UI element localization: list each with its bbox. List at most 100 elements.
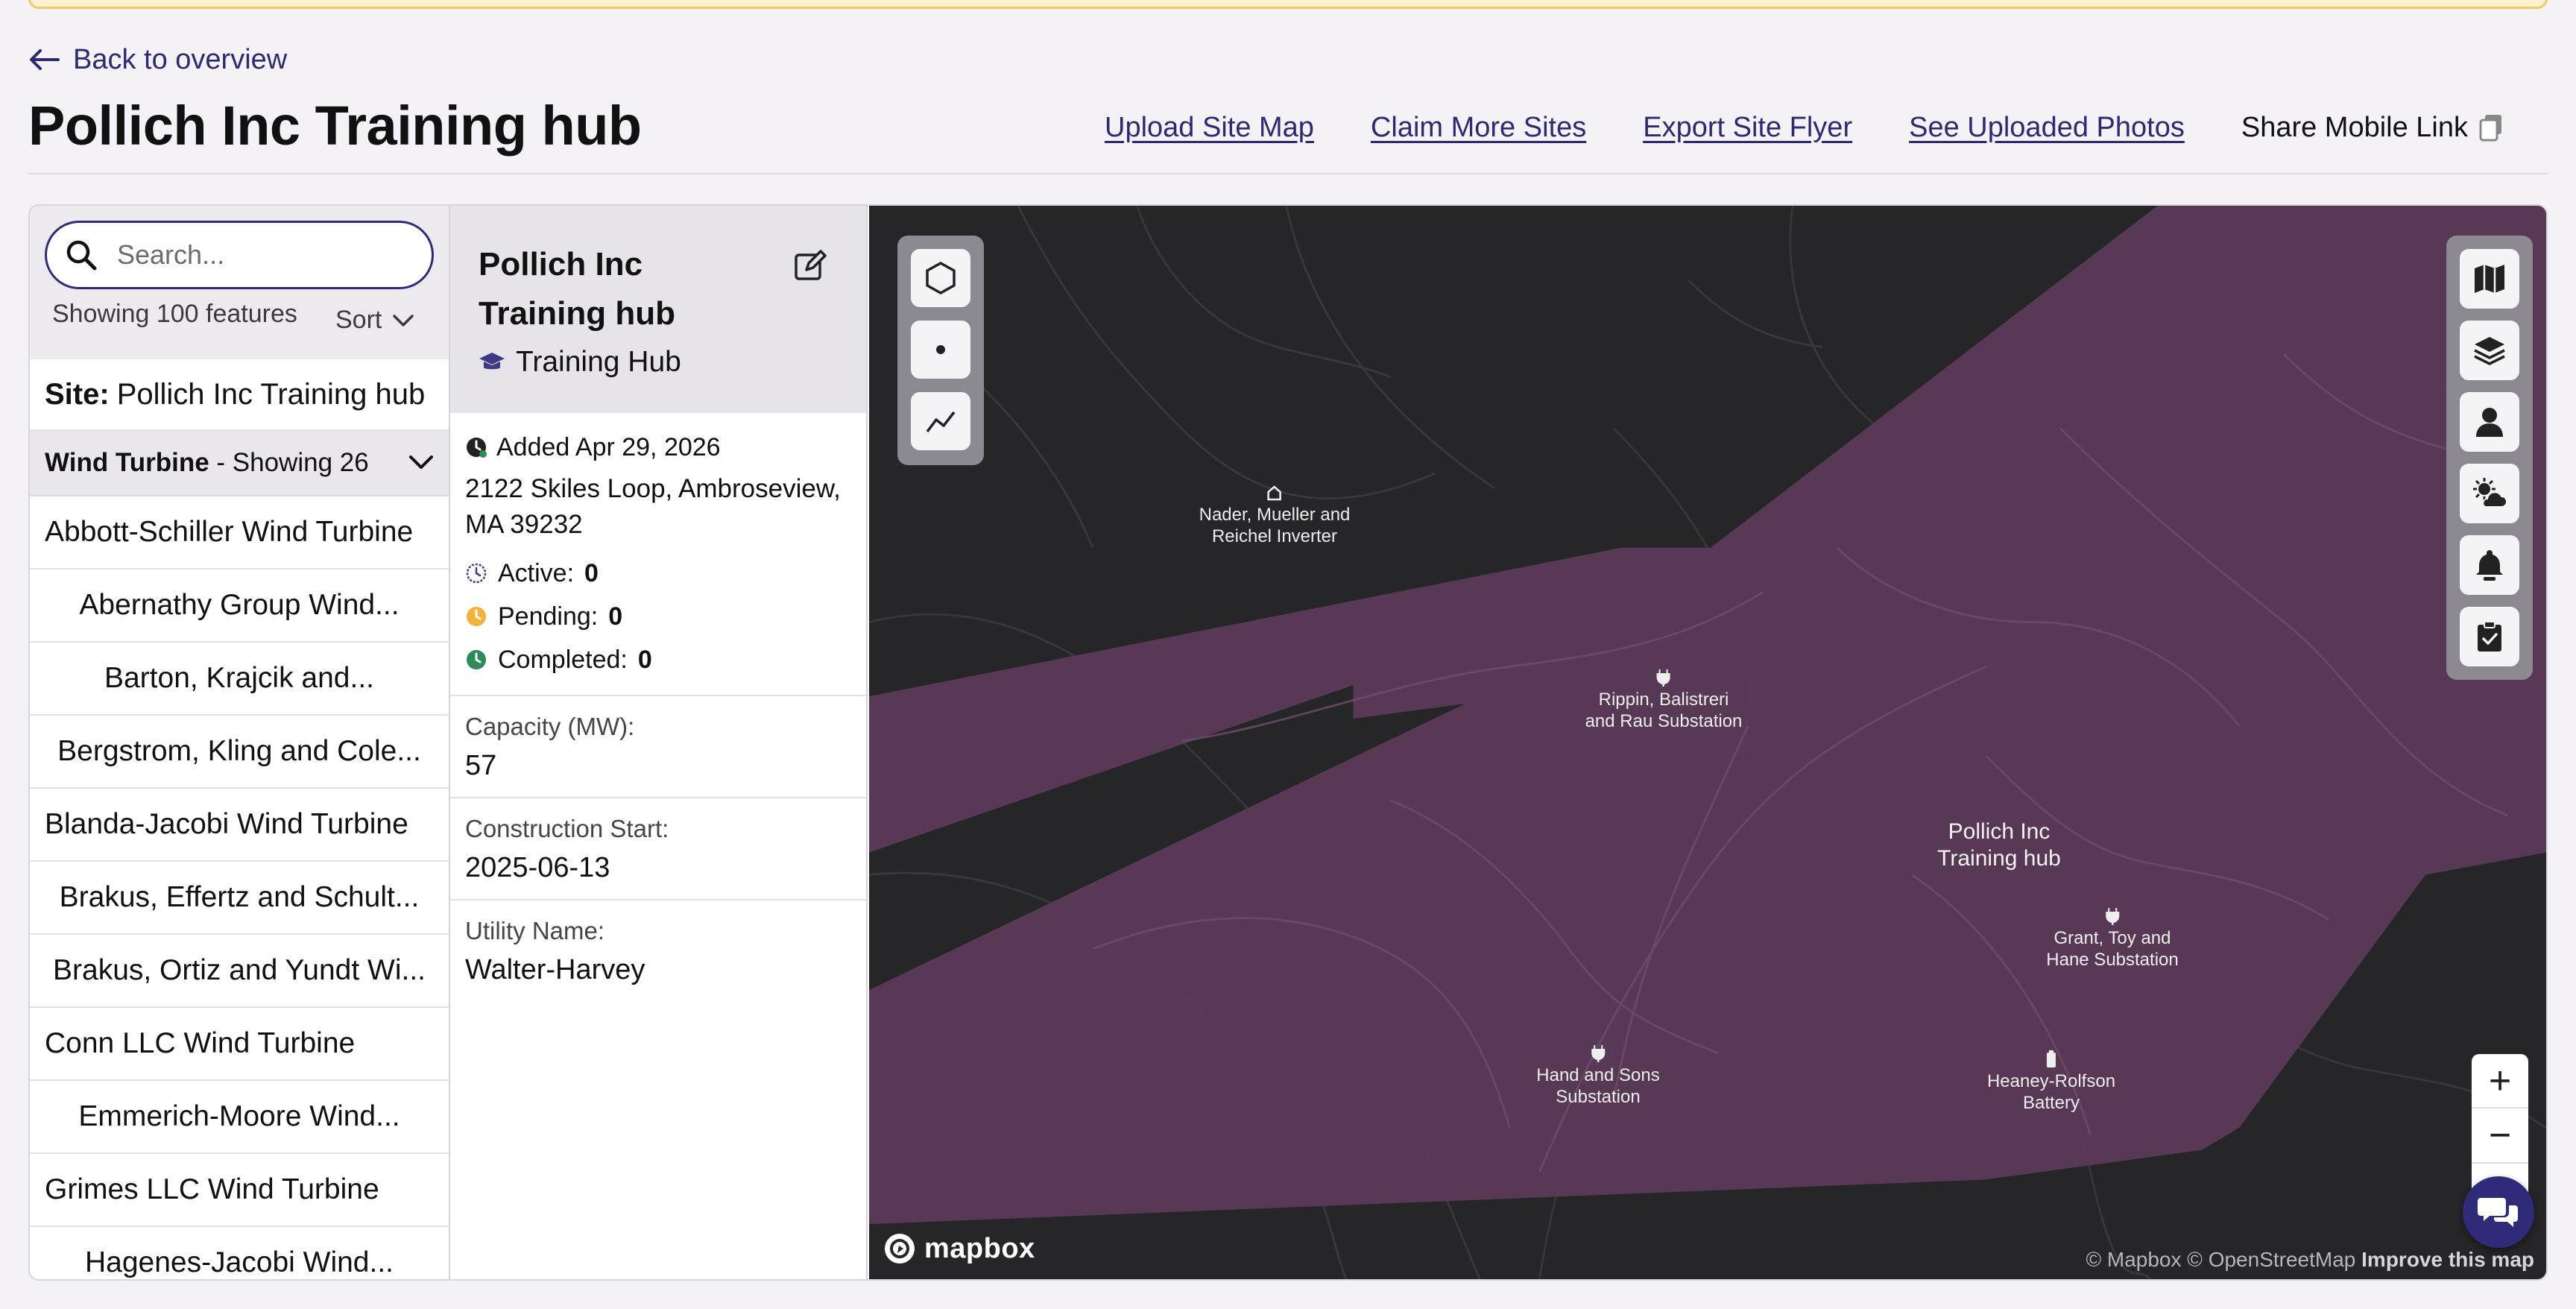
sort-dropdown[interactable]: Sort xyxy=(335,306,414,335)
back-link[interactable]: Back to overview xyxy=(28,42,287,78)
added-date-label: Added Apr 29, 2026 xyxy=(496,432,721,461)
search-input[interactable] xyxy=(117,239,400,271)
map-label-grant-substation[interactable]: Grant, Toy and Hane Substation xyxy=(2046,906,2179,971)
map-canvas[interactable] xyxy=(869,206,2546,1279)
graduation-cap-icon xyxy=(479,353,505,370)
zoom-out-button[interactable]: − xyxy=(2472,1108,2528,1164)
list-item[interactable]: Brakus, Ortiz and Yundt Wi... xyxy=(30,935,449,1008)
arrow-left-icon xyxy=(30,49,60,70)
stat-pending-label: Pending: xyxy=(498,602,599,631)
mapbox-logo-text: mapbox xyxy=(924,1232,1035,1264)
bell-icon xyxy=(2476,550,2503,581)
layers-button[interactable] xyxy=(2460,321,2519,380)
export-site-flyer-link[interactable]: Export Site Flyer xyxy=(1643,112,1852,144)
copy-icon xyxy=(2479,115,2502,142)
list-item[interactable]: Conn LLC Wind Turbine xyxy=(30,1008,449,1081)
site-panel: Showing 100 features Sort Site: Pollich … xyxy=(28,204,2548,1281)
map-label-heaney-line1: Heaney-Rolfson xyxy=(1986,1071,2116,1091)
stat-pending-value: 0 xyxy=(608,602,623,631)
alerts-layer-button[interactable] xyxy=(2460,535,2519,595)
clipboard-check-icon xyxy=(2478,621,2501,652)
search-icon xyxy=(66,240,97,271)
chat-icon xyxy=(2478,1198,2518,1227)
site-type-label: Training Hub xyxy=(516,346,681,378)
plug-icon xyxy=(1591,1045,1605,1062)
list-item[interactable]: Abbott-Schiller Wind Turbine xyxy=(30,496,449,570)
stat-pending: Pending: 0 xyxy=(465,595,851,638)
construction-section: Construction Start: 2025-06-13 xyxy=(450,797,866,899)
map-label-hand-line1: Hand and Sons xyxy=(1536,1065,1660,1085)
point-icon xyxy=(936,345,945,354)
draw-point-button[interactable] xyxy=(911,321,970,379)
list-item[interactable]: Abernathy Group Wind... xyxy=(30,570,449,643)
stat-active-value: 0 xyxy=(584,558,599,587)
site-name: Pollich Inc Training hub xyxy=(116,377,426,411)
stat-completed: Completed: 0 xyxy=(465,638,851,681)
list-item[interactable]: Emmerich-Moore Wind... xyxy=(30,1081,449,1154)
stat-active: Active: 0 xyxy=(465,552,851,595)
utility-label: Utility Name: xyxy=(465,917,605,944)
zoom-in-button[interactable]: + xyxy=(2472,1054,2528,1109)
chat-button[interactable] xyxy=(2463,1176,2534,1248)
site-address: 2122 Skiles Loop, Ambroseview, MA 39232 xyxy=(465,474,841,539)
map-label-nader-line1: Nader, Mueller and xyxy=(1199,505,1351,525)
added-date: Added Apr 29, 2026 xyxy=(465,431,851,464)
map-label-training-hub[interactable]: Pollich Inc Training hub xyxy=(1937,818,2061,872)
claim-more-sites-link[interactable]: Claim More Sites xyxy=(1371,112,1586,144)
attribution-text[interactable]: © Mapbox © OpenStreetMap xyxy=(2086,1248,2355,1271)
map-label-hand-substation[interactable]: Hand and Sons Substation xyxy=(1536,1044,1660,1108)
map-label-hand-line2: Substation xyxy=(1556,1087,1641,1107)
site-detail-panel: Pollich Inc Training hub Training Hub Ad… xyxy=(450,206,868,1279)
house-icon xyxy=(1267,485,1282,501)
line-icon xyxy=(926,411,956,433)
list-item[interactable]: Hagenes-Jacobi Wind... xyxy=(30,1227,449,1279)
tasks-layer-button[interactable] xyxy=(2460,607,2519,666)
list-item[interactable]: Barton, Krajcik and... xyxy=(30,643,449,716)
plug-icon xyxy=(2106,908,2119,925)
search-box[interactable] xyxy=(45,221,434,289)
notice-banner xyxy=(28,0,2548,9)
site-map[interactable]: Nader, Mueller and Reichel Inverter Ripp… xyxy=(869,206,2546,1279)
list-item[interactable]: Brakus, Effertz and Schult... xyxy=(30,862,449,935)
header-divider xyxy=(28,173,2548,174)
basemap-button[interactable] xyxy=(2460,249,2519,309)
list-controls: Showing 100 features Sort xyxy=(30,206,449,359)
people-layer-button[interactable] xyxy=(2460,392,2519,452)
capacity-section: Capacity (MW): 57 xyxy=(450,695,866,797)
back-label: Back to overview xyxy=(73,43,288,75)
map-label-grant-line1: Grant, Toy and xyxy=(2053,928,2171,948)
polygon-icon xyxy=(926,261,956,295)
see-uploaded-photos-link[interactable]: See Uploaded Photos xyxy=(1909,112,2185,144)
feature-list-panel: Showing 100 features Sort Site: Pollich … xyxy=(30,206,450,1279)
detail-header: Pollich Inc Training hub Training Hub xyxy=(450,206,866,413)
edit-icon[interactable] xyxy=(793,249,827,283)
sort-label: Sort xyxy=(335,306,382,334)
utility-value: Walter-Harvey xyxy=(465,954,645,985)
group-header-wind-turbine[interactable]: Wind Turbine - Showing 26 xyxy=(30,431,449,496)
map-label-hub-line2: Training hub xyxy=(1937,846,2061,871)
capacity-value: 57 xyxy=(465,750,497,781)
improve-map-link[interactable]: Improve this map xyxy=(2361,1248,2534,1271)
plug-icon xyxy=(1656,669,1670,687)
draw-line-button[interactable] xyxy=(911,392,970,450)
battery-icon xyxy=(2047,1050,2056,1067)
weather-layer-button[interactable] xyxy=(2460,464,2519,523)
map-icon xyxy=(2475,265,2504,293)
list-item[interactable]: Grimes LLC Wind Turbine xyxy=(30,1154,449,1227)
mapbox-logo[interactable]: mapbox xyxy=(883,1231,1035,1266)
mapbox-logo-icon xyxy=(885,1234,915,1264)
list-item[interactable]: Blanda-Jacobi Wind Turbine xyxy=(30,789,449,862)
stat-completed-label: Completed: xyxy=(498,645,628,674)
map-label-heaney-battery[interactable]: Heaney-Rolfson Battery xyxy=(1987,1050,2115,1114)
weather-icon xyxy=(2473,478,2507,508)
map-label-rippin-substation[interactable]: Rippin, Balistreri and Rau Substation xyxy=(1585,668,1742,732)
draw-polygon-button[interactable] xyxy=(911,249,970,307)
map-label-nader-inverter[interactable]: Nader, Mueller and Reichel Inverter xyxy=(1199,483,1351,547)
map-label-heaney-line2: Battery xyxy=(2022,1093,2080,1113)
detail-title: Pollich Inc Training hub xyxy=(479,246,675,332)
site-row[interactable]: Site: Pollich Inc Training hub xyxy=(30,359,449,431)
share-mobile-link-button[interactable]: Share Mobile Link xyxy=(2241,112,2504,144)
completed-icon xyxy=(467,650,486,669)
list-item[interactable]: Bergstrom, Kling and Cole... xyxy=(30,716,449,789)
upload-site-map-link[interactable]: Upload Site Map xyxy=(1105,112,1314,144)
